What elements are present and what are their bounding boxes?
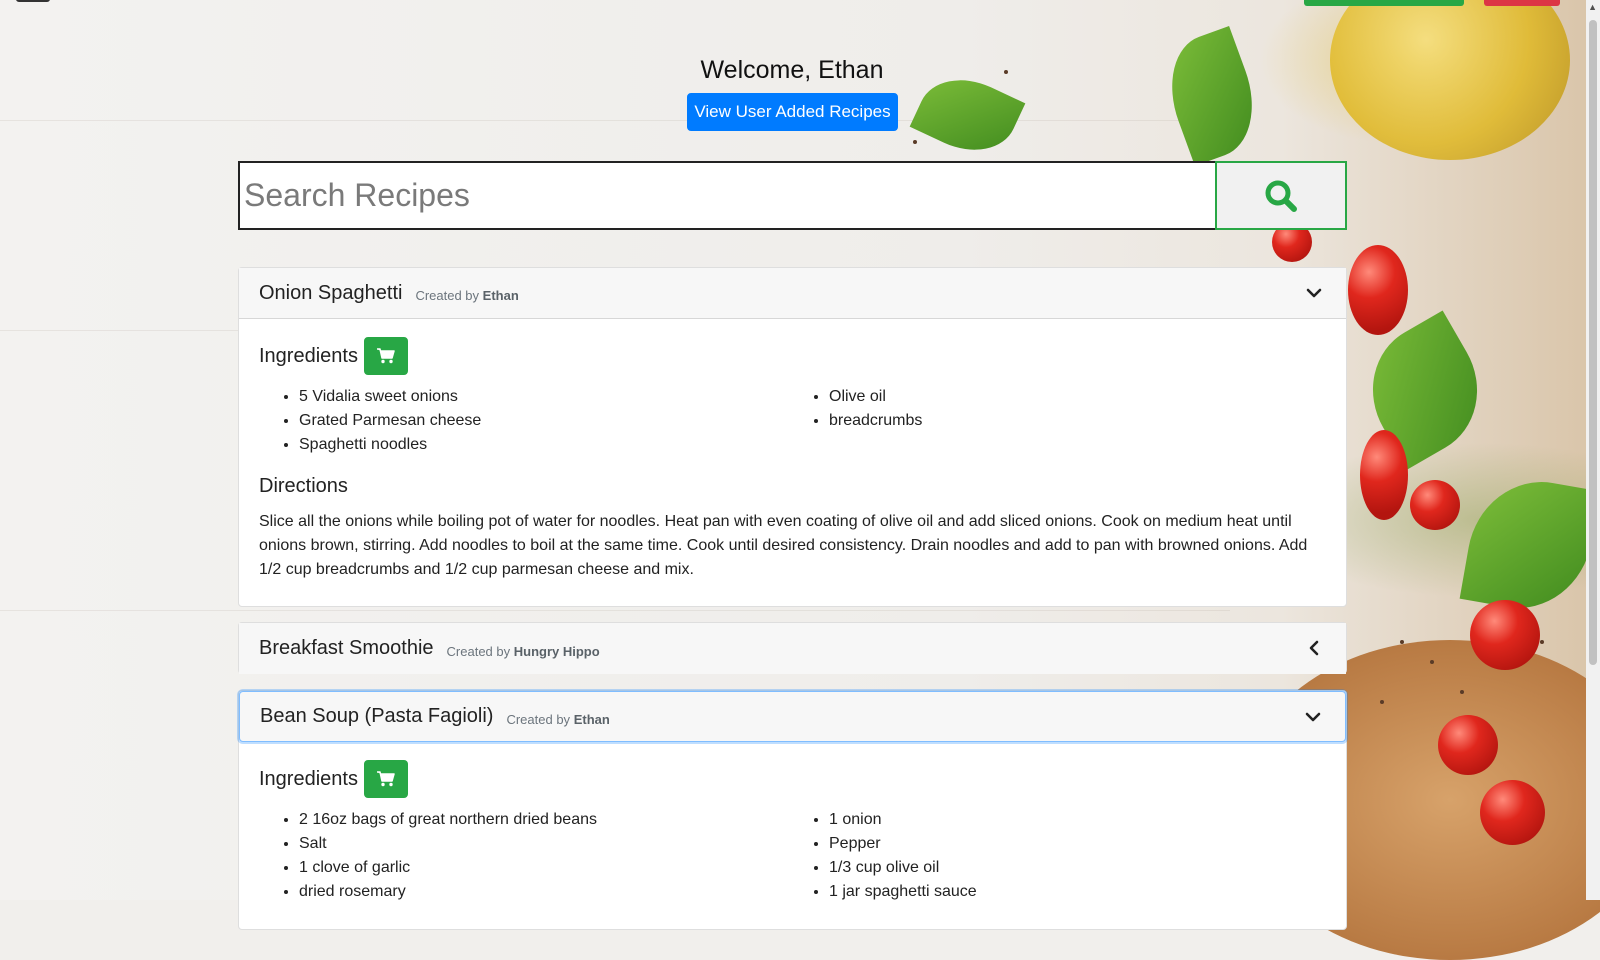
search-button[interactable] <box>1215 161 1347 230</box>
chevron-down-icon[interactable] <box>1306 285 1322 301</box>
tomato-decoration <box>1360 430 1408 520</box>
tomato-decoration <box>1348 245 1408 335</box>
list-item: dried rosemary <box>299 880 789 904</box>
nav-red-button[interactable] <box>1484 0 1560 6</box>
recipe-card-body: Ingredients 5 Vidalia sweet onions Grate… <box>239 319 1346 602</box>
list-item: 2 16oz bags of great northern dried bean… <box>299 808 789 832</box>
chevron-down-icon[interactable] <box>1305 709 1321 725</box>
welcome-heading: Welcome, Ethan <box>700 56 884 84</box>
recipe-card-header[interactable]: Onion Spaghetti Created by Ethan <box>239 268 1346 319</box>
scrollbar-thumb[interactable] <box>1589 20 1597 665</box>
cart-icon <box>376 348 395 364</box>
recipe-author: Created by Ethan <box>506 711 610 727</box>
page-scrollbar[interactable]: ▲ <box>1586 0 1600 900</box>
list-item: 1 onion <box>829 808 1319 832</box>
recipe-card-body: Ingredients 2 16oz bags of great norther… <box>239 742 1346 924</box>
list-item: 1 clove of garlic <box>299 856 789 880</box>
recipe-author: Created by Ethan <box>415 288 519 303</box>
tomato-decoration <box>1438 715 1498 775</box>
nav-green-button[interactable] <box>1304 0 1464 6</box>
ingredients-heading: Ingredients <box>259 767 358 790</box>
directions-heading: Directions <box>259 475 348 497</box>
scroll-up-arrow-icon[interactable]: ▲ <box>1588 2 1597 12</box>
ingredients-list: 5 Vidalia sweet onions Grated Parmesan c… <box>259 385 1326 457</box>
recipe-title: Onion Spaghetti <box>259 281 403 304</box>
chevron-left-icon[interactable] <box>1306 640 1322 656</box>
search-input[interactable] <box>238 161 1215 230</box>
list-item: Grated Parmesan cheese <box>299 409 789 433</box>
list-item: 1 jar spaghetti sauce <box>829 880 1319 904</box>
list-item: 1/3 cup olive oil <box>829 856 1319 880</box>
recipe-card: Onion Spaghetti Created by Ethan Ingredi… <box>238 267 1347 607</box>
recipe-author: Created by Hungry Hippo <box>446 643 600 659</box>
list-item: 5 Vidalia sweet onions <box>299 385 789 409</box>
add-to-cart-button[interactable] <box>363 337 408 375</box>
list-item: Salt <box>299 832 789 856</box>
list-item: breadcrumbs <box>829 409 1319 433</box>
list-item: Olive oil <box>829 385 1319 409</box>
recipe-title: Bean Soup (Pasta Fagioli) <box>260 705 494 727</box>
tomato-decoration <box>1480 780 1545 845</box>
add-to-cart-button[interactable] <box>363 760 408 798</box>
search-icon <box>1265 180 1297 212</box>
tomato-decoration <box>1410 480 1460 530</box>
list-item: Spaghetti noodles <box>299 433 789 457</box>
search-bar <box>238 161 1347 230</box>
list-item: Pepper <box>829 832 1319 856</box>
recipe-card: Bean Soup (Pasta Fagioli) Created by Eth… <box>238 690 1347 930</box>
recipe-card: Breakfast Smoothie Created by Hungry Hip… <box>238 622 1347 674</box>
tomato-decoration <box>1470 600 1540 670</box>
brand-logo[interactable] <box>16 0 50 2</box>
ingredients-heading: Ingredients <box>259 344 358 367</box>
ingredients-list: 2 16oz bags of great northern dried bean… <box>259 808 1326 904</box>
cart-icon <box>376 771 395 787</box>
recipe-title: Breakfast Smoothie <box>259 637 434 659</box>
directions-text: Slice all the onions while boiling pot o… <box>259 513 1308 578</box>
view-user-added-recipes-button[interactable]: View User Added Recipes <box>687 93 898 131</box>
recipe-card-header[interactable]: Bean Soup (Pasta Fagioli) Created by Eth… <box>239 691 1346 742</box>
recipe-card-header[interactable]: Breakfast Smoothie Created by Hungry Hip… <box>239 623 1346 674</box>
